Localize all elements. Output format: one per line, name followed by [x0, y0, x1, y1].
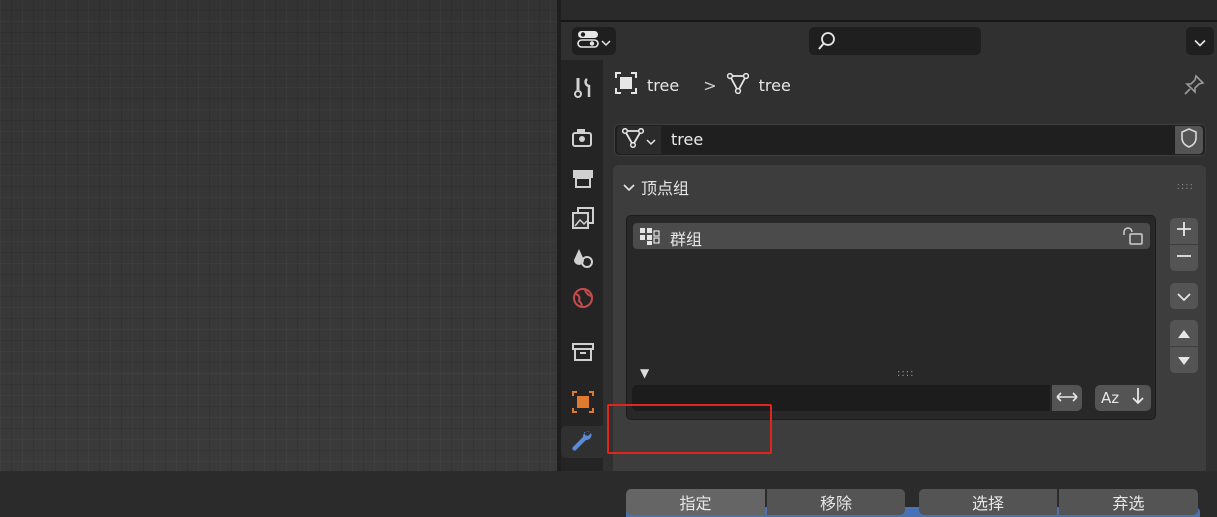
remove-group-button[interactable] — [1170, 245, 1198, 271]
breadcrumb: tree > tree — [615, 72, 791, 98]
chevron-down-icon — [601, 32, 611, 51]
highlight-annotation-box — [607, 404, 772, 454]
chevron-down-icon — [623, 178, 635, 197]
select-button[interactable]: 选择 — [919, 489, 1057, 515]
tool-icon — [571, 76, 595, 104]
chevron-down-icon — [1194, 32, 1206, 51]
tab-world[interactable] — [567, 284, 599, 316]
panel-drag-handle[interactable]: :::: — [1177, 181, 1194, 192]
tab-output[interactable] — [567, 164, 599, 196]
move-down-button[interactable] — [1170, 347, 1198, 373]
list-item[interactable]: 群组 — [633, 223, 1150, 249]
header-options-dropdown[interactable] — [1186, 27, 1214, 55]
editor-type-dropdown[interactable] — [572, 27, 616, 55]
list-resize-handle[interactable]: :::: — [897, 368, 914, 379]
panel-header[interactable]: 顶点组 — [623, 175, 689, 199]
list-filter-toggle[interactable]: ▼ — [640, 366, 649, 380]
sort-buttons: Az — [1095, 385, 1151, 411]
tab-scene[interactable] — [567, 244, 599, 276]
scene-icon — [571, 246, 595, 274]
chevron-down-icon — [646, 131, 656, 150]
triangle-down-icon — [1177, 351, 1191, 370]
tab-view-layer[interactable] — [567, 204, 599, 236]
sort-alpha-button[interactable]: Az — [1101, 389, 1119, 407]
fake-user-button[interactable] — [1175, 126, 1203, 154]
remove-button[interactable]: 移除 — [767, 489, 905, 515]
properties-header — [561, 22, 1217, 60]
mesh-datablock-selector: tree — [614, 124, 1206, 156]
tab-collection[interactable] — [567, 338, 599, 370]
object-icon — [615, 72, 637, 98]
invert-filter-button[interactable] — [1052, 385, 1082, 411]
pin-button[interactable] — [1183, 74, 1205, 100]
vertex-group-icon — [639, 226, 661, 250]
pin-icon — [1183, 74, 1205, 100]
tab-render[interactable] — [567, 124, 599, 156]
mesh-browse-dropdown[interactable] — [617, 126, 661, 154]
deselect-button[interactable]: 弃选 — [1059, 489, 1198, 515]
move-up-button[interactable] — [1170, 320, 1198, 346]
vertex-group-list[interactable]: 群组 ▼ :::: Az — [626, 215, 1156, 420]
search-input[interactable] — [809, 27, 981, 55]
arrows-horizontal-icon — [1055, 389, 1079, 408]
arrow-down-icon — [1132, 388, 1144, 405]
specials-menu-button[interactable] — [1170, 283, 1198, 309]
mesh-name-field[interactable]: tree — [671, 130, 703, 149]
properties-tabs — [561, 60, 603, 471]
breadcrumb-object-name: tree — [647, 75, 680, 95]
tab-object[interactable] — [567, 388, 599, 420]
mesh-data-icon — [621, 127, 645, 152]
3d-viewport[interactable] — [0, 0, 557, 471]
shield-icon — [1180, 128, 1198, 152]
object-icon — [571, 390, 595, 418]
add-group-button[interactable] — [1170, 218, 1198, 244]
mesh-data-icon — [726, 72, 749, 98]
assign-button[interactable]: 指定 — [626, 489, 765, 515]
tab-modifiers[interactable] — [561, 426, 603, 458]
tab-tool[interactable] — [567, 74, 599, 106]
breadcrumb-mesh-name: tree — [758, 75, 791, 95]
wrench-icon — [570, 428, 594, 456]
search-icon — [817, 31, 837, 55]
panel-title: 顶点组 — [641, 179, 690, 198]
world-icon — [571, 286, 595, 314]
plus-icon — [1176, 221, 1192, 241]
properties-editor-icon — [577, 29, 599, 53]
top-area-strip — [561, 0, 1217, 22]
chevron-down-icon — [1177, 287, 1191, 306]
triangle-up-icon — [1177, 324, 1191, 343]
sort-reverse-button[interactable] — [1131, 387, 1145, 409]
view-layer-icon — [571, 206, 595, 234]
collection-icon — [571, 340, 595, 368]
list-item-label[interactable]: 群组 — [670, 226, 702, 250]
unlock-icon[interactable] — [1122, 227, 1144, 249]
breadcrumb-separator: > — [703, 75, 717, 95]
output-icon — [571, 166, 595, 194]
minus-icon — [1176, 248, 1192, 268]
render-icon — [571, 126, 595, 154]
